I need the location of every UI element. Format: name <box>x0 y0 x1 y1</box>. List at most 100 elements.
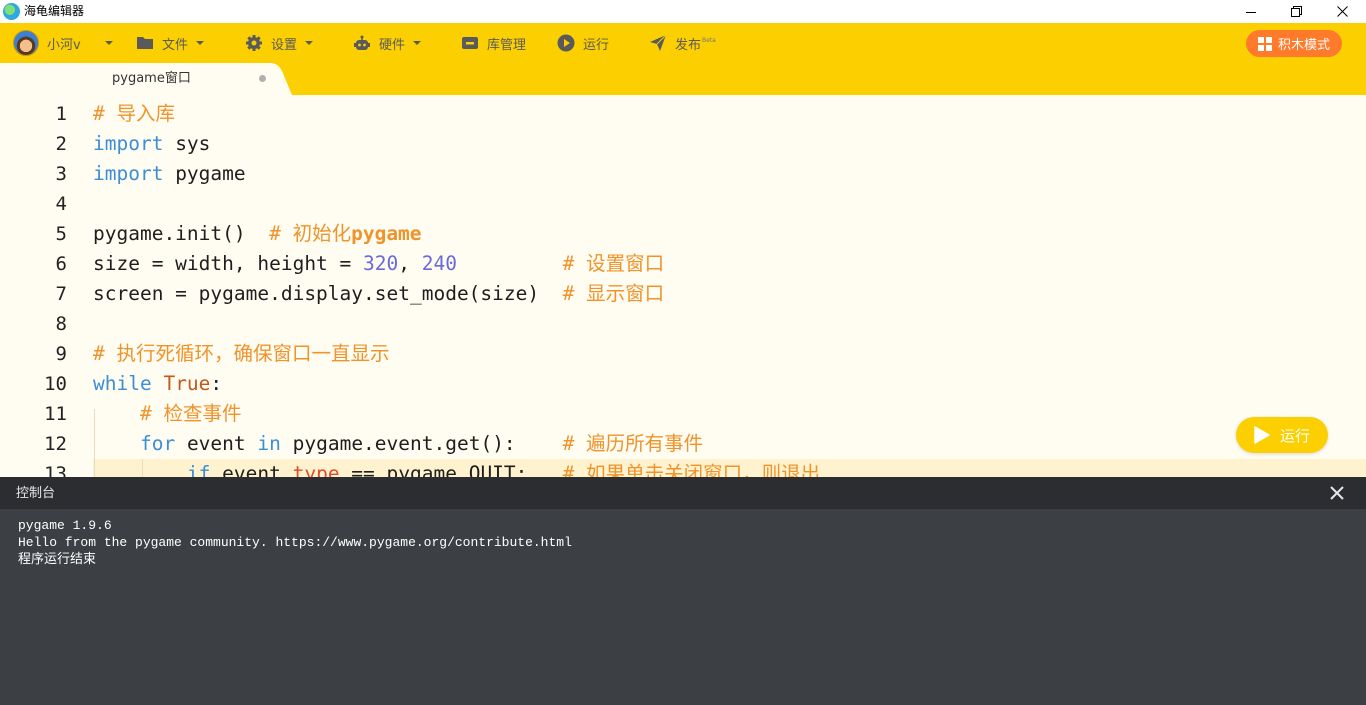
minimize-button[interactable] <box>1228 0 1274 23</box>
publish-button[interactable]: 发布 Beta <box>649 23 716 63</box>
run-toolbar-label: 运行 <box>583 37 610 53</box>
code-token: == pygame.QUIT: <box>339 462 563 477</box>
code-token: if <box>186 462 211 477</box>
file-menu-label: 文件 <box>162 37 189 53</box>
code-token: # 执行死循环，确保窗口一直显示 <box>93 342 390 365</box>
block-mode-button[interactable]: 积木模式 <box>1246 30 1342 57</box>
code-line[interactable]: size = width, height = 320, 240 # 设置窗口 <box>93 249 664 279</box>
line-number: 1 <box>55 103 67 125</box>
code-token: # 导入库 <box>93 102 175 125</box>
main-toolbar: 小河v 文件 设置 硬件 库管理 运行 发布 Beta 积木模式 <box>0 23 1366 63</box>
hardware-menu[interactable]: 硬件 <box>353 23 422 63</box>
code-token: for <box>139 432 176 455</box>
close-window-button[interactable] <box>1319 0 1365 23</box>
window-titlebar: 海龟编辑器 <box>0 0 1366 23</box>
chevron-down-icon <box>413 41 422 45</box>
code-token: pygame <box>163 162 246 185</box>
code-token: import <box>93 132 164 155</box>
code-token: while <box>93 372 152 395</box>
beta-badge: Beta <box>702 36 716 44</box>
code-line[interactable]: # 导入库 <box>93 99 175 129</box>
hardware-menu-label: 硬件 <box>379 37 406 53</box>
code-line[interactable]: import sys <box>93 129 210 159</box>
code-token: pygame.event.get(): <box>280 432 563 455</box>
avatar[interactable] <box>13 30 39 56</box>
line-number: 7 <box>55 283 67 305</box>
console-line: pygame 1.9.6 <box>18 518 112 533</box>
chevron-down-icon <box>196 41 205 45</box>
code-token: screen = pygame.display.set_mode(size) <box>93 282 563 305</box>
user-name: 小河v <box>47 37 81 53</box>
code-editor[interactable]: 1 2 3 4 5 6 7 8 9 10 11 12 13 # 导入库 import sys import … <box>0 95 1366 477</box>
code-token: type <box>292 462 340 477</box>
indent-guide <box>142 459 143 477</box>
console-close-button[interactable] <box>1328 484 1346 502</box>
blocks-icon <box>1257 36 1272 51</box>
console-header <box>0 477 1366 509</box>
console-output[interactable]: pygame 1.9.6 Hello from the pygame commun… <box>0 509 1366 705</box>
library-manager-button[interactable]: 库管理 <box>461 23 526 63</box>
chevron-down-icon <box>104 41 113 45</box>
tab-label: pygame窗口 <box>112 71 191 86</box>
code-token: 320 <box>363 252 399 275</box>
line-number: 11 <box>44 403 67 425</box>
publish-label: 发布 <box>675 37 702 53</box>
code-line[interactable]: if event.type == pygame.QUIT: # 如果单击关闭窗口… <box>93 459 820 477</box>
folder-icon <box>137 37 153 49</box>
code-token: sys <box>163 132 211 155</box>
console-line: 程序运行结束 <box>18 552 97 567</box>
play-circle-icon <box>557 34 575 52</box>
code-token: 240 <box>421 252 457 275</box>
package-icon <box>462 37 478 49</box>
code-line[interactable]: pygame.init() # 初始化pygame <box>93 219 422 249</box>
code-token: # 设置窗口 <box>562 252 665 275</box>
code-token: # 初始化 <box>269 222 352 245</box>
robot-icon <box>354 35 370 50</box>
line-number: 8 <box>55 313 67 335</box>
code-line[interactable]: for event in pygame.event.get(): # 遍历所有事… <box>93 429 703 459</box>
line-number: 2 <box>55 133 67 155</box>
code-line[interactable]: import pygame <box>93 159 246 189</box>
close-icon <box>1330 486 1344 500</box>
code-token: size = width, height = <box>93 252 364 275</box>
indent-guide <box>94 409 95 477</box>
run-button[interactable]: 运行 <box>1236 417 1328 453</box>
line-number: 12 <box>44 433 67 455</box>
library-manager-label: 库管理 <box>487 37 527 53</box>
code-line[interactable]: # 执行死循环，确保窗口一直显示 <box>93 339 389 369</box>
maximize-button[interactable] <box>1273 0 1319 23</box>
line-number: 13 <box>44 463 67 477</box>
line-number: 4 <box>55 193 67 215</box>
code-token: in <box>257 432 281 455</box>
minimize-icon <box>1246 11 1256 13</box>
play-icon <box>1254 426 1270 444</box>
code-token: import <box>93 162 164 185</box>
line-number-gutter: 1 2 3 4 5 6 7 8 9 10 11 12 13 <box>0 95 88 477</box>
code-line[interactable]: screen = pygame.display.set_mode(size) #… <box>93 279 664 309</box>
code-token: pygame.init() <box>93 222 270 245</box>
paper-plane-icon <box>650 34 667 51</box>
line-number: 6 <box>55 253 67 275</box>
user-menu[interactable]: 小河v <box>47 23 113 63</box>
code-token: # 如果单击关闭窗口，则退出 <box>562 462 821 477</box>
code-line[interactable]: while True: <box>93 369 222 399</box>
console-line: Hello from the pygame community. https:/… <box>18 535 572 550</box>
settings-menu[interactable]: 设置 <box>245 23 314 63</box>
code-token: : <box>210 372 223 395</box>
run-button-label: 运行 <box>1279 426 1310 445</box>
file-menu[interactable]: 文件 <box>136 23 205 63</box>
code-token: True <box>163 372 211 395</box>
block-mode-label: 积木模式 <box>1277 38 1330 53</box>
code-line[interactable]: # 检查事件 <box>93 399 241 429</box>
settings-menu-label: 设置 <box>271 37 298 53</box>
unsaved-dot-icon[interactable] <box>259 75 266 82</box>
window-title: 海龟编辑器 <box>24 4 85 18</box>
code-token: , <box>398 252 422 275</box>
code-token: # 显示窗口 <box>562 282 665 305</box>
gear-icon <box>246 35 262 51</box>
run-toolbar-button[interactable]: 运行 <box>557 23 609 63</box>
